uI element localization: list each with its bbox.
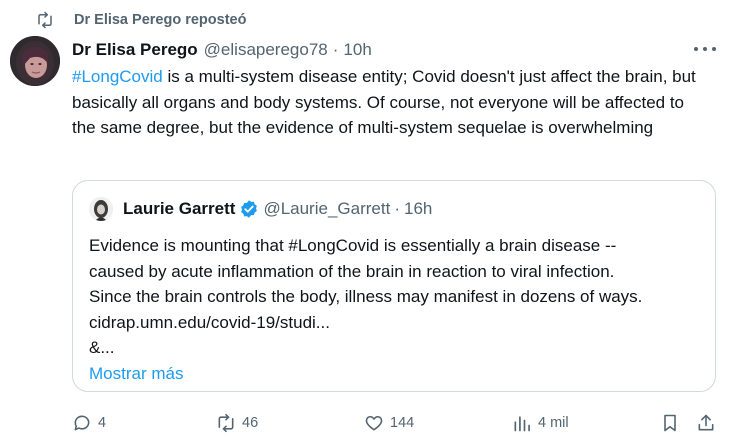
- heart-icon: [365, 415, 383, 431]
- author-name[interactable]: Dr Elisa Perego: [72, 40, 198, 60]
- quote-line: caused by acute inflammation of the brai…: [89, 261, 615, 281]
- quote-time[interactable]: 16h: [404, 199, 432, 219]
- tweet-body: is a multi-system disease entity; Covid …: [72, 67, 696, 137]
- like-button[interactable]: 144: [364, 410, 414, 436]
- quote-line: &...: [89, 338, 115, 357]
- repost-count: 46: [242, 415, 259, 431]
- quote-link[interactable]: cidrap.umn.edu/covid-19/studi...: [89, 310, 699, 336]
- repost-icon: [38, 11, 52, 29]
- repost-button[interactable]: 46: [216, 410, 258, 436]
- dot: [712, 47, 716, 51]
- show-more-link[interactable]: Mostrar más: [89, 361, 699, 387]
- tweet-header: Dr Elisa Perego @elisaperego78 · 10h: [72, 38, 372, 62]
- verified-badge-icon: [241, 200, 258, 218]
- bookmark-button[interactable]: [660, 410, 686, 436]
- reply-count: 4: [98, 415, 107, 431]
- bookmark-icon: [664, 414, 676, 432]
- analytics-icon: [514, 416, 530, 432]
- avatar-image: [10, 36, 60, 86]
- dot: [694, 47, 698, 51]
- tweet-text: #LongCovid is a multi-system disease ent…: [72, 64, 712, 141]
- dot: [703, 47, 707, 51]
- author-handle[interactable]: @elisaperego78: [204, 40, 328, 60]
- quoted-tweet[interactable]: Laurie Garrett @Laurie_Garrett · 16h Evi…: [72, 180, 716, 392]
- avatar[interactable]: [10, 36, 60, 86]
- more-options-icon[interactable]: [694, 40, 716, 58]
- reply-button[interactable]: 4: [72, 410, 106, 436]
- like-count: 144: [390, 415, 415, 431]
- quote-author-handle[interactable]: @Laurie_Garrett: [263, 199, 390, 219]
- quote-text: Evidence is mounting that #LongCovid is …: [89, 233, 699, 386]
- quote-line: Since the brain controls the body, illne…: [89, 287, 643, 306]
- separator-dot: ·: [394, 199, 400, 218]
- repost-icon: [218, 413, 234, 433]
- quote-avatar-image: [89, 197, 113, 221]
- views-button[interactable]: 4 mil: [512, 410, 569, 436]
- hashtag-link[interactable]: #LongCovid: [72, 67, 163, 86]
- repost-indicator[interactable]: Dr Elisa Perego reposteó: [36, 9, 246, 31]
- views-count: 4 mil: [538, 415, 569, 431]
- quote-line: Evidence is mounting that #LongCovid is …: [89, 236, 617, 255]
- share-icon: [698, 414, 714, 431]
- separator-dot: ·: [332, 40, 339, 59]
- quote-header: Laurie Garrett @Laurie_Garrett · 16h: [89, 196, 432, 222]
- repost-text: Dr Elisa Perego reposteó: [74, 12, 247, 28]
- quote-author-name[interactable]: Laurie Garrett: [123, 199, 235, 219]
- quote-avatar[interactable]: [89, 197, 113, 221]
- share-button[interactable]: [696, 410, 722, 436]
- action-bar: 4 46 144 4 mil: [72, 410, 722, 436]
- tweet-time[interactable]: 10h: [343, 40, 371, 60]
- reply-icon: [74, 415, 90, 431]
